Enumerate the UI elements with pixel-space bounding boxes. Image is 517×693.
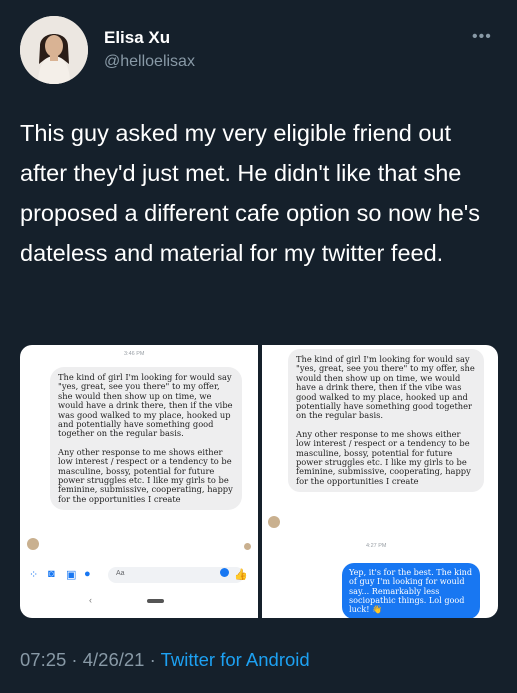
message-bubble-received: The kind of girl I'm looking for would s…: [288, 349, 484, 493]
thumbs-up-icon[interactable]: 👍: [234, 568, 248, 581]
apps-icon[interactable]: ⁘: [29, 568, 38, 581]
message-timestamp: 4:27 PM: [366, 543, 387, 549]
meta-separator: ·: [144, 649, 161, 670]
camera-icon[interactable]: ◙: [48, 568, 55, 580]
tweet-time[interactable]: 07:25: [20, 649, 66, 670]
avatar-photo: [20, 16, 88, 84]
sender-avatar: [268, 516, 280, 528]
meta-separator: ·: [66, 649, 83, 670]
author-avatar[interactable]: [20, 16, 88, 84]
home-indicator: [147, 599, 164, 603]
message-input-placeholder: Aa: [116, 570, 125, 577]
emoji-icon[interactable]: [220, 568, 229, 577]
microphone-icon[interactable]: ●: [84, 568, 91, 580]
message-timestamp: 3:46 PM: [124, 351, 145, 357]
tweet-source-link[interactable]: Twitter for Android: [161, 649, 310, 670]
tweet-text: This guy asked my very eligible friend o…: [20, 120, 481, 266]
message-paragraph: Any other response to me shows either lo…: [296, 428, 471, 486]
sender-avatar: [27, 538, 39, 550]
message-bubble-received: The kind of girl I'm looking for would s…: [50, 367, 242, 511]
more-options-icon[interactable]: •••: [472, 28, 492, 46]
message-paragraph: The kind of girl I'm looking for would s…: [296, 354, 475, 421]
tweet-date[interactable]: 4/26/21: [83, 649, 145, 670]
gallery-icon[interactable]: ▣: [66, 568, 76, 581]
tweet-meta: 07:25 · 4/26/21 · Twitter for Android: [20, 649, 310, 671]
read-receipt-avatar: [244, 543, 251, 550]
messenger-screenshot-left[interactable]: 3:46 PM The kind of girl I'm looking for…: [20, 345, 258, 618]
message-paragraph: The kind of girl I'm looking for would s…: [58, 372, 233, 439]
messenger-screenshot-right[interactable]: The kind of girl I'm looking for would s…: [262, 345, 498, 618]
message-paragraph: Any other response to me shows either lo…: [58, 446, 233, 504]
author-name[interactable]: Elisa Xu: [104, 28, 170, 48]
tweet-media[interactable]: 3:46 PM The kind of girl I'm looking for…: [20, 345, 498, 618]
reply-text: Yep, it's for the best. The kind of guy …: [349, 567, 473, 615]
message-bubble-sent: Yep, it's for the best. The kind of guy …: [342, 563, 480, 618]
back-chevron-icon[interactable]: ‹: [89, 595, 92, 605]
author-handle[interactable]: @helloelisax: [104, 53, 195, 71]
messenger-composer: ⁘ ◙ ▣ ● Aa 👍: [20, 564, 258, 586]
